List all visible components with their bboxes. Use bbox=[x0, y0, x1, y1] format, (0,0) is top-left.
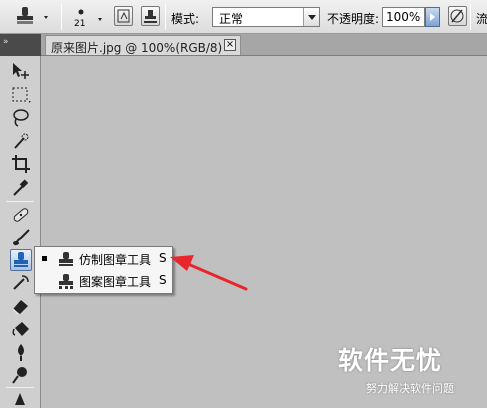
bucket-icon bbox=[12, 322, 29, 336]
flyout-item-pattern-stamp[interactable]: 图案图章工具 S bbox=[35, 270, 172, 292]
toolbar-divider bbox=[6, 387, 34, 388]
marquee-icon bbox=[12, 87, 31, 103]
tool-preset-picker[interactable] bbox=[14, 5, 54, 29]
brush-size: 21 bbox=[74, 19, 86, 29]
dodge-icon bbox=[12, 367, 27, 384]
lasso-tool[interactable] bbox=[10, 107, 32, 129]
opacity-input[interactable]: 100% bbox=[382, 7, 425, 27]
lasso-icon bbox=[13, 109, 29, 127]
chevron-down-icon bbox=[98, 18, 102, 21]
annotation-arrow bbox=[170, 255, 248, 291]
eraser-tool[interactable] bbox=[10, 295, 32, 317]
document-tab[interactable]: 原来图片.jpg @ 100%(RGB/8) × bbox=[45, 35, 241, 55]
blur-icon bbox=[18, 344, 24, 361]
clone-stamp-tool[interactable] bbox=[10, 249, 32, 271]
watermark-main: 软件无忧 bbox=[338, 346, 443, 375]
eyedropper-tool[interactable] bbox=[10, 177, 32, 199]
mode-select[interactable]: 正常 bbox=[212, 7, 320, 27]
crop-tool[interactable] bbox=[10, 153, 32, 175]
brush-picker[interactable]: 21 bbox=[70, 3, 108, 31]
crop-icon bbox=[12, 155, 30, 173]
flyout-item-clone-stamp[interactable]: 仿制图章工具 S bbox=[35, 248, 172, 270]
mode-value: 正常 bbox=[219, 12, 244, 26]
flyout-label: 仿制图章工具 bbox=[79, 253, 152, 267]
clone-source-icon bbox=[144, 10, 157, 23]
history-brush-tool[interactable] bbox=[10, 272, 32, 294]
brush-icon bbox=[13, 229, 30, 246]
clone-source-button[interactable] bbox=[141, 6, 160, 26]
move-icon bbox=[13, 63, 29, 79]
mode-label: 模式: bbox=[171, 12, 200, 26]
pressure-icon bbox=[450, 9, 464, 23]
flyout-label: 图案图章工具 bbox=[79, 275, 152, 289]
pattern-stamp-icon bbox=[56, 271, 76, 291]
flow-label: 流 bbox=[476, 12, 487, 26]
stamp-icon bbox=[17, 7, 48, 24]
active-bullet bbox=[42, 256, 47, 261]
opacity-value: 100% bbox=[386, 10, 421, 24]
marquee-tool[interactable] bbox=[10, 84, 32, 106]
tools-panel bbox=[0, 56, 41, 408]
move-tool[interactable] bbox=[10, 60, 32, 82]
document-title: 原来图片.jpg @ 100%(RGB/8) bbox=[51, 41, 223, 55]
close-icon[interactable]: × bbox=[224, 39, 236, 51]
brush-tool[interactable] bbox=[10, 227, 32, 249]
collapse-icon: » bbox=[3, 37, 8, 47]
watermark: 软件无忧 努力解决软件问题 bbox=[326, 337, 487, 408]
chevron-down-icon bbox=[44, 16, 48, 19]
quick-selection-icon bbox=[14, 133, 29, 149]
brush-panel-button[interactable] bbox=[114, 6, 133, 26]
tablet-pressure-button[interactable] bbox=[448, 6, 467, 26]
bandage-icon bbox=[13, 208, 29, 222]
clone-stamp-icon bbox=[56, 249, 76, 269]
quick-selection-tool[interactable] bbox=[10, 130, 32, 152]
pen-icon bbox=[15, 393, 25, 405]
opacity-label: 不透明度: bbox=[327, 12, 380, 26]
opacity-slider-button[interactable] bbox=[425, 7, 440, 27]
watermark-sub: 努力解决软件问题 bbox=[366, 382, 454, 395]
healing-brush-tool[interactable] bbox=[10, 204, 32, 226]
chevron-down-icon bbox=[303, 8, 319, 26]
paint-bucket-tool[interactable] bbox=[10, 318, 32, 340]
eraser-icon bbox=[12, 300, 28, 315]
pen-tool[interactable] bbox=[10, 389, 32, 408]
options-bar: 21 模式: 正常 不透明度: 100% 流 bbox=[0, 0, 487, 34]
stamp-tool-flyout: 仿制图章工具 S 图案图章工具 S bbox=[34, 246, 173, 294]
blur-tool[interactable] bbox=[10, 341, 32, 363]
toolbar-divider bbox=[6, 201, 34, 202]
dodge-tool[interactable] bbox=[10, 364, 32, 386]
brush-panel-icon bbox=[117, 9, 130, 23]
history-brush-icon bbox=[13, 275, 29, 290]
stamp-icon bbox=[14, 252, 28, 267]
eyedropper-icon bbox=[13, 179, 29, 196]
toolbar-header[interactable]: » bbox=[0, 34, 41, 56]
chevron-right-icon bbox=[430, 13, 435, 21]
